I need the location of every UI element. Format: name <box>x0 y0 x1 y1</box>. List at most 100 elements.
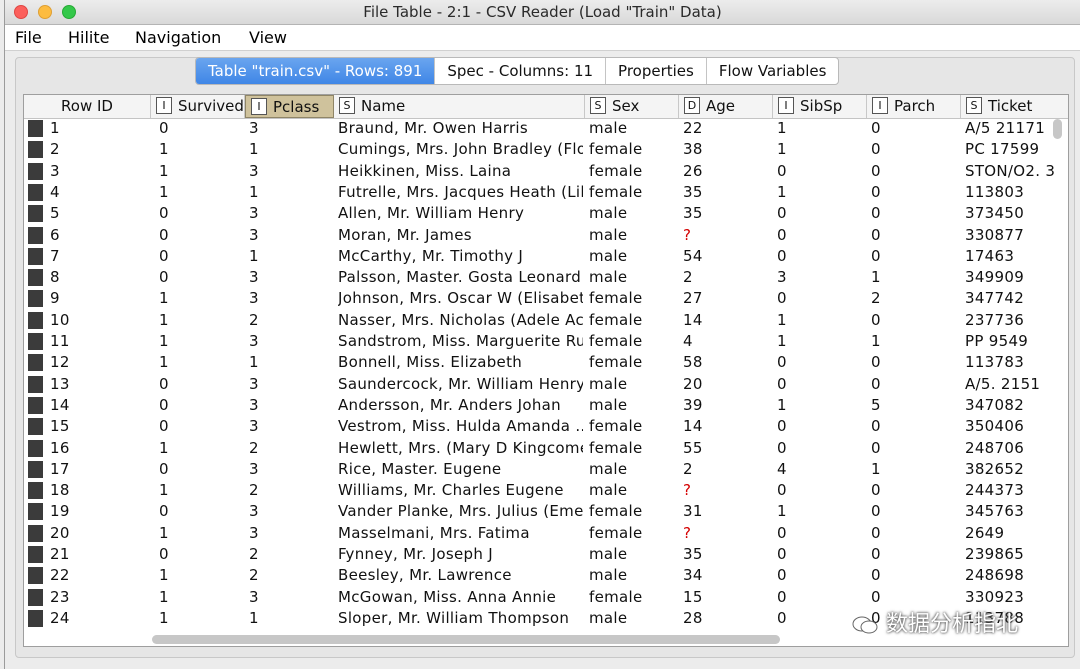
table-row[interactable]: 23 1 3 McGowan, Miss. Anna Annie female 15 0 0 3… <box>24 587 1068 608</box>
cell-sex: female <box>589 182 643 201</box>
cell-ticket: PC 17599 <box>965 140 1040 159</box>
cell-name: Futrelle, Mrs. Jacques Heath (Lil... <box>338 182 583 201</box>
cell-sex: female <box>589 353 643 372</box>
cell-ticket: 113783 <box>965 353 1025 372</box>
table-row[interactable]: 2 1 1 Cumings, Mrs. John Bradley (Flo... fem… <box>24 139 1068 160</box>
cell-ticket: A/5. 2151 <box>965 374 1041 393</box>
cell-parch: 0 <box>871 545 881 563</box>
table-row[interactable]: 8 0 3 Palsson, Master. Gosta Leonard male 2 3 1… <box>24 267 1068 288</box>
cell-ticket: PP 9549 <box>965 332 1029 350</box>
table-row[interactable]: 20 1 3 Masselmani, Mrs. Fatima female? 0 0 2649 <box>24 523 1068 544</box>
menu-view[interactable]: View <box>249 28 287 47</box>
cell-sex: female <box>589 140 643 159</box>
cell-pclass: 3 <box>249 459 259 478</box>
column-header-rowid[interactable]: Row ID <box>24 95 151 118</box>
cell-rowid: 21 <box>50 545 70 563</box>
cell-sibsp: 1 <box>777 140 787 159</box>
row-color-marker <box>28 141 43 159</box>
menu-navigation[interactable]: Navigation <box>135 28 221 47</box>
column-type-icon: D <box>684 97 700 114</box>
tab-flow-variables[interactable]: Flow Variables <box>705 58 839 84</box>
cell-pclass: 3 <box>249 119 259 137</box>
cell-name: Rice, Master. Eugene <box>338 459 502 478</box>
cell-sex: female <box>589 438 643 457</box>
menu-hilite[interactable]: Hilite <box>68 28 109 47</box>
table-row[interactable]: 4 1 1 Futrelle, Mrs. Jacques Heath (Lil... f… <box>24 182 1068 203</box>
table-row[interactable]: 14 0 3 Andersson, Mr. Anders Johan male 39 1 5 3… <box>24 395 1068 416</box>
table-row[interactable]: 9 1 3 Johnson, Mrs. Oscar W (Elisabet... fem… <box>24 288 1068 309</box>
table-row[interactable]: 22 1 2 Beesley, Mr. Lawrence male 34 0 0 248698 <box>24 565 1068 586</box>
cell-name: Allen, Mr. William Henry <box>338 204 525 223</box>
cell-pclass: 3 <box>249 417 259 436</box>
column-header-sex[interactable]: S Sex <box>585 95 679 118</box>
table-row[interactable]: 17 0 3 Rice, Master. Eugene male 2 4 1 382652 <box>24 459 1068 480</box>
cell-survived: 1 <box>159 161 169 180</box>
column-header-label: Age <box>706 97 736 115</box>
table-row[interactable]: 10 1 2 Nasser, Mrs. Nicholas (Adele Ac... fe… <box>24 310 1068 331</box>
cell-sex: male <box>589 395 628 414</box>
tab-table[interactable]: Table "train.csv" - Rows: 891 <box>196 58 435 84</box>
cell-name: Johnson, Mrs. Oscar W (Elisabet... <box>338 289 583 308</box>
cell-pclass: 2 <box>249 566 259 585</box>
column-header-survived[interactable]: I Survived <box>151 95 245 118</box>
table-row[interactable]: 3 1 3 Heikkinen, Miss. Laina female 26 0 0 STON/… <box>24 161 1068 182</box>
table-row[interactable]: 7 0 1 McCarthy, Mr. Timothy J male 54 0 0 17463 <box>24 246 1068 267</box>
cell-pclass: 3 <box>249 225 259 244</box>
column-header-sibsp[interactable]: I SibSp <box>773 95 867 118</box>
column-header-ticket[interactable]: S Ticket <box>961 95 1068 118</box>
vertical-scrollbar-thumb[interactable] <box>1053 119 1062 139</box>
cell-pclass: 3 <box>249 204 259 223</box>
column-header-name[interactable]: S Name <box>334 95 585 118</box>
table-row[interactable]: 21 0 2 Fynney, Mr. Joseph J male 35 0 0 239865 <box>24 544 1068 565</box>
cell-rowid: 15 <box>50 417 70 436</box>
cell-name: Fynney, Mr. Joseph J <box>338 545 493 563</box>
row-color-marker <box>28 439 43 457</box>
column-header-pclass[interactable]: I Pclass <box>245 95 334 118</box>
row-color-marker <box>28 269 43 287</box>
cell-survived: 1 <box>159 566 169 585</box>
cell-rowid: 24 <box>50 608 70 627</box>
table-row[interactable]: 12 1 1 Bonnell, Miss. Elizabeth female 58 0 0 11… <box>24 352 1068 373</box>
cell-age: 27 <box>683 289 703 308</box>
table-row[interactable]: 6 0 3 Moran, Mr. James male? 0 0 330877 <box>24 225 1068 246</box>
table-row[interactable]: 15 0 3 Vestrom, Miss. Hulda Amanda ... femal… <box>24 416 1068 437</box>
cell-ticket: 330923 <box>965 587 1025 606</box>
tab-spec[interactable]: Spec - Columns: 11 <box>434 58 605 84</box>
horizontal-scrollbar-thumb[interactable] <box>152 635 780 644</box>
cell-pclass: 1 <box>249 353 259 372</box>
cell-name: Vestrom, Miss. Hulda Amanda ... <box>338 417 583 436</box>
column-header-parch[interactable]: I Parch <box>867 95 961 118</box>
data-table[interactable]: Row ID I Survived I Pclass S Name S Sex D Age I SibS… <box>23 94 1069 647</box>
cell-sex: male <box>589 481 628 500</box>
title-bar[interactable]: File Table - 2:1 - CSV Reader (Load "Tra… <box>5 0 1080 25</box>
table-row[interactable]: 1 0 3 Braund, Mr. Owen Harris male 22 1 0 A/5 21… <box>24 118 1068 139</box>
cell-survived: 1 <box>159 332 169 350</box>
table-row[interactable]: 18 1 2 Williams, Mr. Charles Eugene male? 0 0 2… <box>24 480 1068 501</box>
column-header-label: Name <box>361 97 406 115</box>
cell-pclass: 3 <box>249 502 259 521</box>
cell-sex: female <box>589 289 643 308</box>
cell-sex: male <box>589 268 628 287</box>
menu-file[interactable]: File <box>15 28 42 47</box>
tab-properties[interactable]: Properties <box>605 58 706 84</box>
cell-name: Beesley, Mr. Lawrence <box>338 566 512 585</box>
cell-sibsp: 1 <box>777 310 787 329</box>
table-row[interactable]: 13 0 3 Saundercock, Mr. William Henry male 20… <box>24 374 1068 395</box>
cell-age: 14 <box>683 417 703 436</box>
column-header-age[interactable]: D Age <box>679 95 773 118</box>
cell-age: 26 <box>683 161 703 180</box>
cell-parch: 0 <box>871 140 881 159</box>
table-row[interactable]: 19 0 3 Vander Planke, Mrs. Julius (Eme... fe… <box>24 501 1068 522</box>
cell-survived: 0 <box>159 395 169 414</box>
table-row[interactable]: 5 0 3 Allen, Mr. William Henry male 35 0 0 37345… <box>24 203 1068 224</box>
column-type-icon: I <box>872 97 888 114</box>
cell-sex: male <box>589 374 628 393</box>
table-row[interactable]: 11 1 3 Sandstrom, Miss. Marguerite Rut femal… <box>24 331 1068 352</box>
row-color-marker <box>28 247 43 265</box>
table-row[interactable]: 16 1 2 Hewlett, Mrs. (Mary D Kingcome) femal… <box>24 438 1068 459</box>
tab-bar: Table "train.csv" - Rows: 891 Spec - Col… <box>195 57 840 85</box>
cell-age: 2 <box>683 268 693 287</box>
row-color-marker <box>28 546 43 563</box>
column-header-label: Survived <box>178 97 244 115</box>
window-title: File Table - 2:1 - CSV Reader (Load "Tra… <box>363 3 722 21</box>
